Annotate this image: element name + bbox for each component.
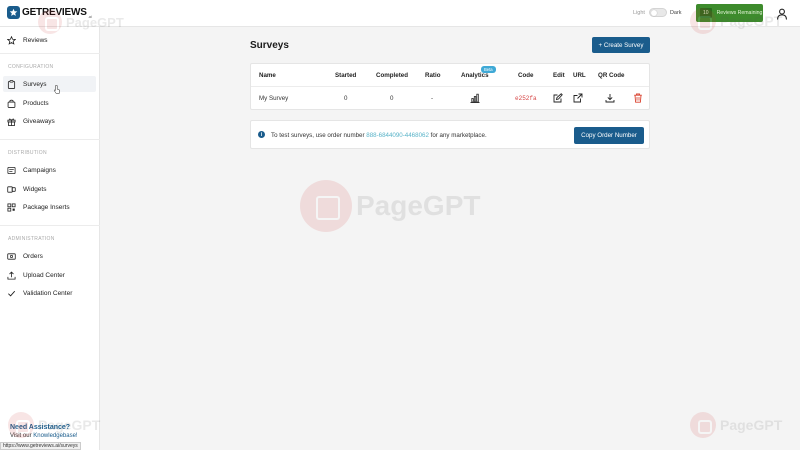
sidebar-divider (0, 53, 100, 54)
sidebar-item-label: Widgets (23, 185, 47, 193)
sidebar-divider (0, 225, 100, 226)
checkmark-icon (8, 290, 16, 296)
pagegpt-watermark-icon (300, 180, 352, 232)
sidebar-item-label: Campaigns (23, 166, 56, 174)
survey-name[interactable]: My Survey (259, 95, 288, 102)
sidebar-item-label: Orders (23, 252, 43, 260)
sidebar-item-validation-center[interactable]: Validation Center (7, 286, 72, 300)
upload-icon (7, 271, 16, 280)
watermark-text: PageGPT (356, 190, 481, 221)
sidebar-item-reviews[interactable]: Reviews (7, 33, 48, 47)
shopping-bag-icon (7, 99, 16, 108)
info-text: To test surveys, use order number 888-68… (271, 132, 487, 139)
bar-chart-icon[interactable] (470, 93, 480, 103)
header-completed: Completed (376, 72, 408, 79)
watermark-center: PageGPT (300, 180, 480, 232)
reviews-count-badge: 10 (700, 8, 712, 18)
star-logo-icon (7, 6, 20, 19)
download-icon[interactable] (605, 93, 615, 103)
user-profile-icon[interactable] (776, 8, 788, 20)
external-link-icon[interactable] (573, 93, 583, 103)
widget-icon (7, 185, 16, 193)
sidebar-item-giveaways[interactable]: Giveaways (7, 114, 55, 128)
knowledgebase-link[interactable]: Knowledgebase! (33, 433, 77, 439)
campaign-list-icon (7, 166, 16, 174)
theme-toggle: Light Dark (633, 8, 682, 17)
test-info-banner: i To test surveys, use order number 888-… (250, 120, 650, 149)
sidebar: Reviews CONFIGURATION Surveys Products G… (0, 27, 100, 450)
header-url: URL (573, 72, 586, 79)
sidebar-item-orders[interactable]: Orders (7, 249, 43, 263)
sidebar-item-widgets[interactable]: Widgets (7, 182, 46, 196)
sidebar-item-upload-center[interactable]: Upload Center (7, 268, 65, 282)
edit-pencil-icon[interactable] (553, 93, 563, 103)
pagegpt-watermark-icon (690, 412, 716, 438)
orders-icon (7, 252, 16, 260)
page-title: Surveys (250, 40, 289, 51)
sidebar-item-label: Giveaways (23, 117, 55, 125)
beta-badge: Beta (481, 66, 496, 73)
copy-order-number-button[interactable]: Copy Order Number (574, 127, 644, 144)
help-title: Need Assistance? (10, 424, 71, 431)
theme-switch[interactable] (648, 8, 667, 17)
sidebar-item-products[interactable]: Products (7, 96, 49, 110)
theme-dark-label: Dark (669, 9, 682, 16)
header-ratio: Ratio (425, 72, 441, 79)
header-name: Name (259, 72, 276, 79)
survey-code[interactable]: e252fa (515, 95, 537, 102)
sidebar-item-label: Validation Center (23, 289, 73, 297)
logo-text: GETREVIEWS (22, 7, 87, 18)
status-bar-url: https://www.getreviews.ai/surveys (0, 442, 81, 450)
started-value: 0 (344, 95, 348, 102)
top-bar: GETREVIEWS .ai Light Dark 10 Reviews Rem… (0, 0, 800, 27)
sidebar-item-label: Package Inserts (23, 203, 70, 211)
sidebar-item-label: Upload Center (23, 271, 65, 279)
table-header: Name Started Completed Ratio Analytics B… (251, 64, 649, 87)
watermark-text: PageGPT (720, 417, 783, 433)
completed-value: 0 (390, 95, 394, 102)
theme-light-label: Light (633, 9, 645, 16)
section-distribution: DISTRIBUTION (8, 150, 47, 156)
header-code: Code (518, 72, 534, 79)
app-logo[interactable]: GETREVIEWS .ai (7, 6, 92, 19)
sidebar-item-package-inserts[interactable]: Package Inserts (7, 200, 70, 214)
gift-icon (7, 118, 16, 126)
header-qr-code: QR Code (598, 72, 625, 79)
sidebar-item-label: Reviews (23, 36, 48, 44)
header-started: Started (335, 72, 357, 79)
pointer-cursor-icon (54, 85, 60, 94)
star-icon (7, 35, 16, 45)
help-subtitle: Visit our Knowledgebase! (10, 433, 78, 439)
sidebar-item-surveys[interactable]: Surveys (3, 76, 96, 92)
clipboard-icon (7, 79, 16, 89)
section-administration: ADMINISTRATION (8, 236, 55, 242)
info-text-before: To test surveys, use order number (271, 132, 367, 139)
help-prefix: Visit our (10, 433, 34, 439)
trash-icon[interactable] (633, 93, 643, 103)
info-icon: i (258, 131, 265, 138)
surveys-table: Name Started Completed Ratio Analytics B… (250, 63, 650, 110)
watermark-bottom-right: PageGPT (690, 412, 782, 438)
info-text-after: for any marketplace. (428, 132, 487, 139)
create-survey-button[interactable]: + Create Survey (592, 37, 650, 53)
sidebar-item-label: Surveys (23, 80, 47, 88)
test-order-number: 888-6844090-4468062 (366, 132, 429, 139)
sidebar-item-label: Products (23, 99, 49, 107)
reviews-remaining-label: Reviews Remaining (716, 10, 763, 16)
section-configuration: CONFIGURATION (8, 64, 54, 70)
qr-grid-icon (7, 202, 16, 212)
sidebar-item-campaigns[interactable]: Campaigns (7, 163, 56, 177)
reviews-remaining-button[interactable]: 10 Reviews Remaining (696, 4, 763, 22)
header-edit: Edit (553, 72, 565, 79)
help-box: Need Assistance? Visit our Knowledgebase… (10, 424, 78, 439)
header-analytics: Analytics (461, 72, 489, 79)
ratio-value: - (431, 95, 434, 102)
sidebar-divider (0, 139, 100, 140)
logo-suffix: .ai (87, 14, 92, 19)
